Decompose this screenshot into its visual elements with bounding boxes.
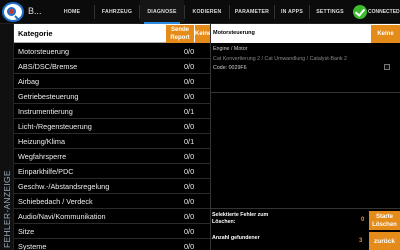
back-button[interactable]: zurück (369, 232, 400, 250)
category-count: 0/0 (184, 197, 195, 206)
category-row[interactable]: Einparkhilfe/PDC 0/0 (14, 164, 210, 179)
selected-errors-label: Selektierte Fehler zum Löschen: (212, 212, 269, 225)
category-label: Instrumentierung (18, 107, 73, 116)
category-label: Airbag (18, 77, 40, 86)
category-count: 0/0 (184, 227, 195, 236)
found-errors-count: 3 (359, 238, 363, 244)
category-row[interactable]: Audio/Navi/Kommunikation 0/0 (14, 209, 210, 224)
category-label: Licht-/Regensteuerung (18, 122, 92, 131)
category-label: Audio/Navi/Kommunikation (18, 212, 106, 221)
connection-status: CONNECTED (368, 9, 400, 15)
category-count: 0/1 (184, 137, 195, 146)
error-select-checkbox[interactable] (384, 64, 390, 70)
app-name: B... (28, 6, 42, 16)
category-label: Getriebesteuerung (18, 92, 79, 101)
tab-fahrzeug[interactable]: FAHRZEUG (95, 0, 139, 24)
category-count: 0/0 (184, 47, 195, 56)
category-label: Schiebedach / Verdeck (18, 197, 93, 206)
category-label: Einparkhilfe/PDC (18, 167, 74, 176)
category-label: Wegfahrsperre (18, 152, 67, 161)
error-code: Code: 0029F6 (213, 65, 247, 71)
tab-settings[interactable]: SETTINGS (310, 0, 350, 24)
category-row[interactable]: Instrumentierung 0/1 (14, 104, 210, 119)
app-logo-icon (2, 2, 24, 22)
category-row[interactable]: Heizung/Klima 0/1 (14, 134, 210, 149)
top-navigation-bar: B... HOME FAHRZEUG DIAGNOSE KODIEREN PAR… (0, 0, 400, 24)
category-label: Heizung/Klima (18, 137, 66, 146)
category-label: Motorsteuerung (18, 47, 70, 56)
category-row[interactable]: Motorsteuerung 0/0 (14, 44, 210, 59)
category-label: Geschw.-/Abstandsregelung (18, 182, 110, 191)
category-row[interactable]: Geschw.-/Abstandsregelung 0/0 (14, 179, 210, 194)
bottom-action-area: Selektierte Fehler zum Löschen: 0 Starte… (211, 208, 400, 250)
category-none-button[interactable]: Keine (195, 25, 210, 43)
category-count: 0/0 (184, 62, 195, 71)
category-panel: Kategorie Sende Report Keine Motorsteuer… (14, 24, 210, 250)
error-header-title: Motorsteuerung (213, 30, 255, 36)
category-label: Sitze (18, 227, 35, 236)
category-count: 0/0 (184, 77, 195, 86)
send-report-button[interactable]: Sende Report (166, 25, 194, 43)
category-count: 0/1 (184, 107, 195, 116)
category-row[interactable]: Licht-/Regensteuerung 0/0 (14, 119, 210, 134)
category-header-title: Kategorie (18, 29, 53, 38)
category-count: 0/0 (184, 152, 195, 161)
found-errors-label: Anzahl gefundener (212, 235, 260, 241)
error-none-button[interactable]: Keine (371, 25, 400, 43)
category-count: 0/0 (184, 167, 195, 176)
tab-in-apps[interactable]: IN APPS (275, 0, 309, 24)
category-row[interactable]: Airbag 0/0 (14, 74, 210, 89)
error-list-item[interactable]: Engine / Motor Cat Konvertierung 2 / Cat… (211, 43, 400, 93)
tab-kodieren[interactable]: KODIEREN (185, 0, 229, 24)
category-row[interactable]: Getriebesteuerung 0/0 (14, 89, 210, 104)
side-label: FEHLER-ANZEIGE (2, 170, 12, 248)
category-label: Systeme (18, 242, 47, 250)
category-row[interactable]: Sitze 0/0 (14, 224, 210, 239)
error-header: Motorsteuerung Keine (211, 24, 400, 43)
category-row[interactable]: Schiebedach / Verdeck 0/0 (14, 194, 210, 209)
category-count: 0/0 (184, 242, 195, 250)
start-delete-button[interactable]: Starte Löschen (369, 211, 400, 230)
tab-parameter[interactable]: PARAMETER (230, 0, 274, 24)
category-row[interactable]: Wegfahrsperre 0/0 (14, 149, 210, 164)
category-count: 0/0 (184, 92, 195, 101)
category-header: Kategorie Sende Report Keine (14, 24, 210, 43)
category-row[interactable]: Systeme 0/0 (14, 239, 210, 250)
category-row[interactable]: ABS/DSC/Bremse 0/0 (14, 59, 210, 74)
category-label: ABS/DSC/Bremse (18, 62, 78, 71)
error-description: Cat Konvertierung 2 / Cat Umwandlung / C… (213, 56, 347, 62)
category-count: 0/0 (184, 212, 195, 221)
tab-home[interactable]: HOME (50, 0, 94, 24)
error-module-title: Engine / Motor (213, 46, 248, 52)
category-count: 0/0 (184, 122, 195, 131)
category-count: 0/0 (184, 182, 195, 191)
error-panel: Motorsteuerung Keine Engine / Motor Cat … (211, 24, 400, 208)
tab-diagnose[interactable]: DIAGNOSE (140, 0, 184, 24)
connected-check-icon (353, 5, 367, 19)
selected-errors-count: 0 (361, 217, 365, 223)
